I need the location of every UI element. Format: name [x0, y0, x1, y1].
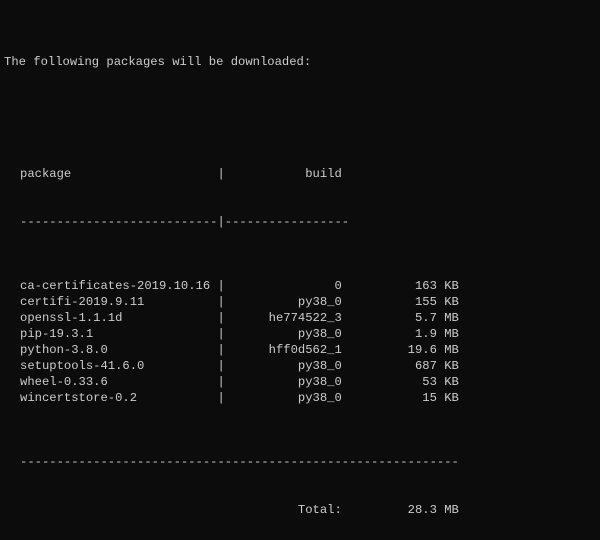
download-row: certifi-2019.9.11 | py38_0 155 KB: [2, 294, 598, 310]
download-table-divider-top: ---------------------------|------------…: [2, 214, 598, 230]
download-row: openssl-1.1.1d | he774522_3 5.7 MB: [2, 310, 598, 326]
download-row: setuptools-41.6.0 | py38_0 687 KB: [2, 358, 598, 374]
download-row: pip-19.3.1 | py38_0 1.9 MB: [2, 326, 598, 342]
terminal-output: The following packages will be downloade…: [0, 0, 600, 540]
download-row: wheel-0.33.6 | py38_0 53 KB: [2, 374, 598, 390]
download-row: ca-certificates-2019.10.16 | 0 163 KB: [2, 278, 598, 294]
download-table-header: package | build: [2, 166, 598, 182]
download-row: python-3.8.0 | hff0d562_1 19.6 MB: [2, 342, 598, 358]
download-header: The following packages will be downloade…: [2, 54, 598, 70]
download-table-divider-bottom: ----------------------------------------…: [2, 454, 598, 470]
download-total-row: Total: 28.3 MB: [2, 502, 598, 518]
download-row: wincertstore-0.2 | py38_0 15 KB: [2, 390, 598, 406]
